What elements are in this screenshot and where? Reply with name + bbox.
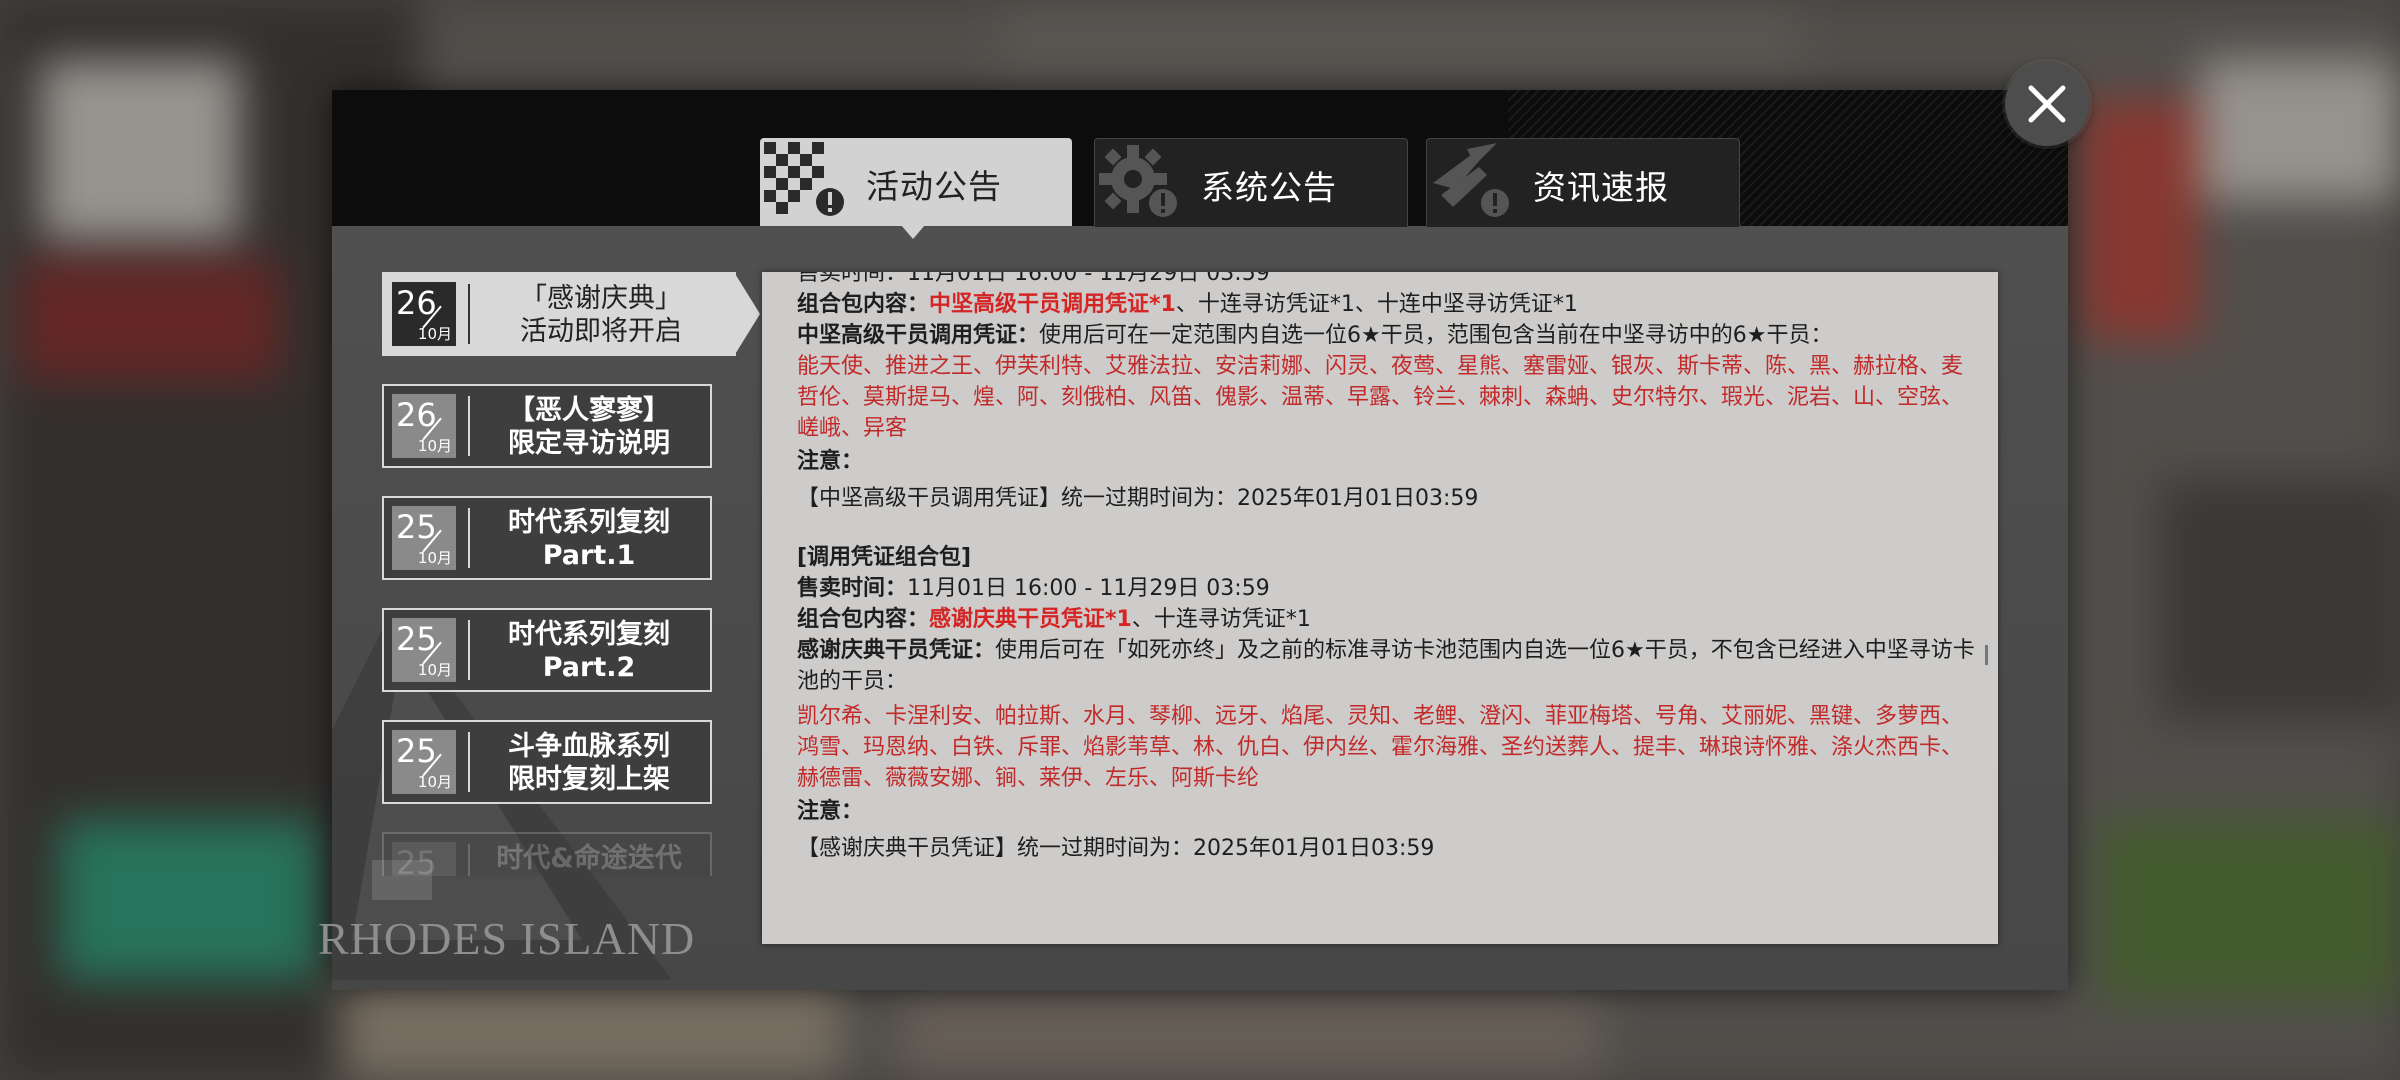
package-contents-line: 组合包内容：中坚高级干员调用凭证*1、十连寻访凭证*1、十连中坚寻访凭证*1 [797,292,1578,317]
note-text: 【感谢庆典干员凭证】统一过期时间为：2025年01月01日03:59 [797,836,1435,861]
sidebar-item-label: 时代系列复刻 Part.1 [508,507,670,571]
tab-label: 系统公告 [1201,168,1337,207]
tab-news-flash[interactable]: 资讯速报 [1426,138,1740,227]
gear-alert-icon [1095,139,1185,227]
note-text: 【中坚高级干员调用凭证】统一过期时间为：2025年01月01日03:59 [797,486,1479,511]
sidebar-item-thanks-celebration[interactable]: 26 10月 「感谢庆典」 活动即将开启 [382,272,760,356]
date-badge: 25 10月 [392,618,456,682]
sidebar-item-label: 「感谢庆典」 活动即将开启 [520,283,682,347]
checkered-flag-icon [760,138,850,226]
sidebar-item-era-rerun-part1[interactable]: 25 10月 时代系列复刻 Part.1 [382,496,712,580]
sidebar-item-label: 斗争血脉系列 限时复刻上架 [508,731,670,795]
operator-list: 能天使、推进之王、伊芙利特、艾雅法拉、安洁莉娜、闪灵、夜莺、星熊、塞雷娅、银灰、… [797,354,1964,441]
date-badge: 26 10月 [392,394,456,458]
operator-list: 凯尔希、卡涅利安、帕拉斯、水月、琴柳、远牙、焰尾、灵知、老鲤、澄闪、菲亚梅塔、号… [797,704,1964,791]
note-label: 注意： [797,449,864,474]
sale-time-line: 售卖时间：11月01日 16:00 - 11月29日 03:59 [797,576,1270,601]
megaphone-alert-icon [1427,139,1517,227]
announcement-text: 售卖时间：11月01日 16:00 - 11月29日 03:59 组合包内容：中… [797,272,1977,864]
tab-activity-announcement[interactable]: 活动公告 [760,138,1072,226]
emblem-text: RHODES ISLAND [318,913,696,964]
sidebar-item-label: 【恶人寥寥】 限定寻访说明 [508,395,670,459]
date-badge: 25 [392,842,456,876]
announcement-content-panel[interactable]: 售卖时间：11月01日 16:00 - 11月29日 03:59 组合包内容：中… [762,272,1998,944]
close-icon [2028,85,2066,123]
content-scrollbar[interactable] [1985,645,1988,665]
sidebar-item-label: 时代&命途迭代 [496,843,682,874]
note-label: 注意： [797,799,864,824]
active-tab-pointer [901,225,925,239]
date-badge: 25 10月 [392,506,456,570]
sidebar-item-limited-banner[interactable]: 26 10月 【恶人寥寥】 限定寻访说明 [382,384,712,468]
section-heading: [调用凭证组合包] [797,545,972,570]
sidebar-item-bloodline-rerun[interactable]: 25 10月 斗争血脉系列 限时复刻上架 [382,720,712,804]
close-button[interactable] [2005,62,2089,146]
date-badge: 26 10月 [392,282,456,346]
tab-label: 资讯速报 [1533,168,1669,207]
partial-sale-time-line: 售卖时间：11月01日 16:00 - 11月29日 03:59 [797,272,1270,286]
date-badge: 25 10月 [392,730,456,794]
tab-label: 活动公告 [866,167,1002,206]
voucher-description: 感谢庆典干员凭证：使用后可在「如死亦终」及之前的标准寻访卡池范围内自选一位6★干… [797,638,1975,694]
tab-system-announcement[interactable]: 系统公告 [1094,138,1408,227]
sidebar-item-era-rerun-part2[interactable]: 25 10月 时代系列复刻 Part.2 [382,608,712,692]
voucher-description: 中坚高级干员调用凭证：使用后可在一定范围内自选一位6★干员，范围包含当前在中坚寻… [797,323,1833,348]
sidebar-item-era-iteration[interactable]: 25 时代&命途迭代 [382,832,712,876]
sidebar-item-label: 时代系列复刻 Part.2 [508,619,670,683]
package-contents-line: 组合包内容：感谢庆典干员凭证*1、十连寻访凭证*1 [797,607,1311,632]
